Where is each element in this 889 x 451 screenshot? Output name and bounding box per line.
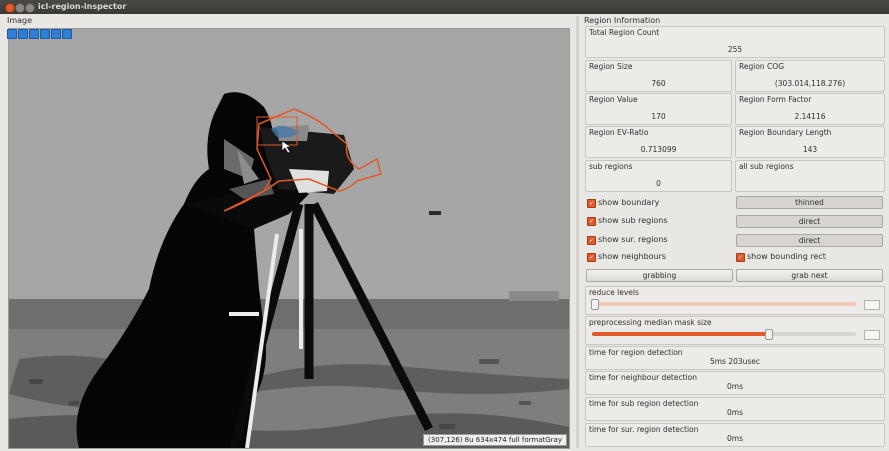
window-titlebar: icl-region-inspector <box>0 0 889 14</box>
panel-title: Region Information <box>584 16 661 25</box>
all-sub-regions-label: all sub regions <box>739 162 794 171</box>
sur-regions-direct-button[interactable]: direct <box>736 234 883 247</box>
checkbox-checked-icon[interactable]: ✓ <box>587 217 596 226</box>
sur-region-detection-time-value: 0ms <box>727 434 743 443</box>
sub-region-detection-time-label: time for sub region detection <box>589 399 699 408</box>
settings-icon[interactable] <box>40 29 50 39</box>
zoom-icon[interactable] <box>7 29 17 39</box>
sub-regions-value: 0 <box>656 179 661 188</box>
region-boundary-length-label: Region Boundary Length <box>739 128 832 137</box>
median-mask-slider-handle[interactable] <box>765 329 773 340</box>
show-boundary-label: show boundary <box>598 198 660 207</box>
region-boundary-length-box: Region Boundary Length 143 <box>735 126 885 158</box>
region-ev-ratio-value: 0.713099 <box>640 145 677 154</box>
show-sur-regions-label: show sur. regions <box>598 235 668 244</box>
checkbox-checked-icon[interactable]: ✓ <box>587 199 596 208</box>
region-size-label: Region Size <box>589 62 633 71</box>
show-neighbours-label: show neighbours <box>598 252 667 261</box>
neighbour-detection-time-label: time for neighbour detection <box>589 373 697 382</box>
reduce-levels-slider-handle[interactable] <box>591 299 599 310</box>
checkbox-checked-icon[interactable]: ✓ <box>736 253 745 262</box>
region-form-factor-label: Region Form Factor <box>739 95 812 104</box>
region-detection-time-box: time for region detection 5ms 203usec <box>585 346 885 370</box>
region-value-label: Region Value <box>589 95 638 104</box>
magnify-icon[interactable] <box>51 29 61 39</box>
all-sub-regions-box: all sub regions <box>735 160 885 192</box>
checkbox-checked-icon[interactable]: ✓ <box>587 236 596 245</box>
minimize-window-icon[interactable] <box>15 3 25 13</box>
capture-icon[interactable] <box>62 29 72 39</box>
checkbox-checked-icon[interactable]: ✓ <box>587 253 596 262</box>
sub-region-detection-time-value: 0ms <box>727 408 743 417</box>
image-view[interactable]: (307,126) 8u 634x474 full formatGray <box>8 28 570 449</box>
sur-region-detection-time-box: time for sur. region detection 0ms <box>585 423 885 447</box>
median-mask-slider-fill <box>592 332 767 336</box>
reduce-levels-label: reduce levels <box>589 288 639 297</box>
region-form-factor-value: 2.14116 <box>794 112 826 121</box>
region-ev-ratio-box: Region EV-Ratio 0.713099 <box>585 126 732 158</box>
reduce-levels-spinbox[interactable] <box>864 300 880 310</box>
neighbour-detection-time-value: 0ms <box>727 382 743 391</box>
show-sur-regions-checkbox[interactable]: ✓ show sur. regions <box>587 234 727 246</box>
show-sub-regions-checkbox[interactable]: ✓ show sub regions <box>587 215 727 227</box>
sub-region-detection-time-box: time for sub region detection 0ms <box>585 397 885 421</box>
region-cog-value: (303.014,118.276) <box>774 79 846 88</box>
fit-icon[interactable] <box>18 29 28 39</box>
region-size-box: Region Size 760 <box>585 60 732 92</box>
sur-region-detection-time-label: time for sur. region detection <box>589 425 699 434</box>
region-cog-box: Region COG (303.014,118.276) <box>735 60 885 92</box>
image-panel-label: Image <box>7 16 33 25</box>
total-region-count-label: Total Region Count <box>589 28 660 37</box>
neighbour-detection-time-box: time for neighbour detection 0ms <box>585 371 885 395</box>
sub-regions-box: sub regions 0 <box>585 160 732 192</box>
region-form-factor-box: Region Form Factor 2.14116 <box>735 93 885 125</box>
show-neighbours-checkbox[interactable]: ✓ show neighbours <box>587 251 727 263</box>
region-size-value: 760 <box>651 79 666 88</box>
close-window-icon[interactable] <box>5 3 15 13</box>
panel-splitter[interactable] <box>576 16 579 448</box>
region-detection-time-label: time for region detection <box>589 348 683 357</box>
maximize-window-icon[interactable] <box>25 3 35 13</box>
region-value-value: 170 <box>651 112 666 121</box>
total-region-count-box: Total Region Count 255 <box>585 26 885 58</box>
image-status: (307,126) 8u 634x474 full formatGray <box>423 434 567 446</box>
region-info-panel: Region Information Total Region Count 25… <box>581 16 886 449</box>
show-sub-regions-label: show sub regions <box>598 216 668 225</box>
show-bounding-rect-checkbox[interactable]: ✓ show bounding rect <box>736 251 881 263</box>
region-ev-ratio-label: Region EV-Ratio <box>589 128 649 137</box>
segmented-image[interactable] <box>9 29 569 448</box>
median-mask-spinbox[interactable] <box>864 330 880 340</box>
region-detection-time-value: 5ms 203usec <box>709 357 761 366</box>
reduce-levels-slider[interactable] <box>592 302 856 306</box>
image-toolbar <box>7 29 77 39</box>
thinned-button[interactable]: thinned <box>736 196 883 209</box>
region-cog-label: Region COG <box>739 62 785 71</box>
show-bounding-rect-label: show bounding rect <box>747 252 826 261</box>
total-region-count-value: 255 <box>727 45 743 54</box>
grab-next-button[interactable]: grab next <box>736 269 883 282</box>
show-boundary-checkbox[interactable]: ✓ show boundary <box>587 197 727 209</box>
reduce-levels-box: reduce levels <box>585 286 885 315</box>
grabbing-button[interactable]: grabbing <box>586 269 733 282</box>
expand-icon[interactable] <box>29 29 39 39</box>
sub-regions-direct-button[interactable]: direct <box>736 215 883 228</box>
region-value-box: Region Value 170 <box>585 93 732 125</box>
sub-regions-label: sub regions <box>589 162 633 171</box>
median-mask-box: preprocessing median mask size <box>585 316 885 345</box>
median-mask-label: preprocessing median mask size <box>589 318 712 327</box>
region-boundary-length-value: 143 <box>802 145 818 154</box>
window-title: icl-region-inspector <box>38 2 127 11</box>
